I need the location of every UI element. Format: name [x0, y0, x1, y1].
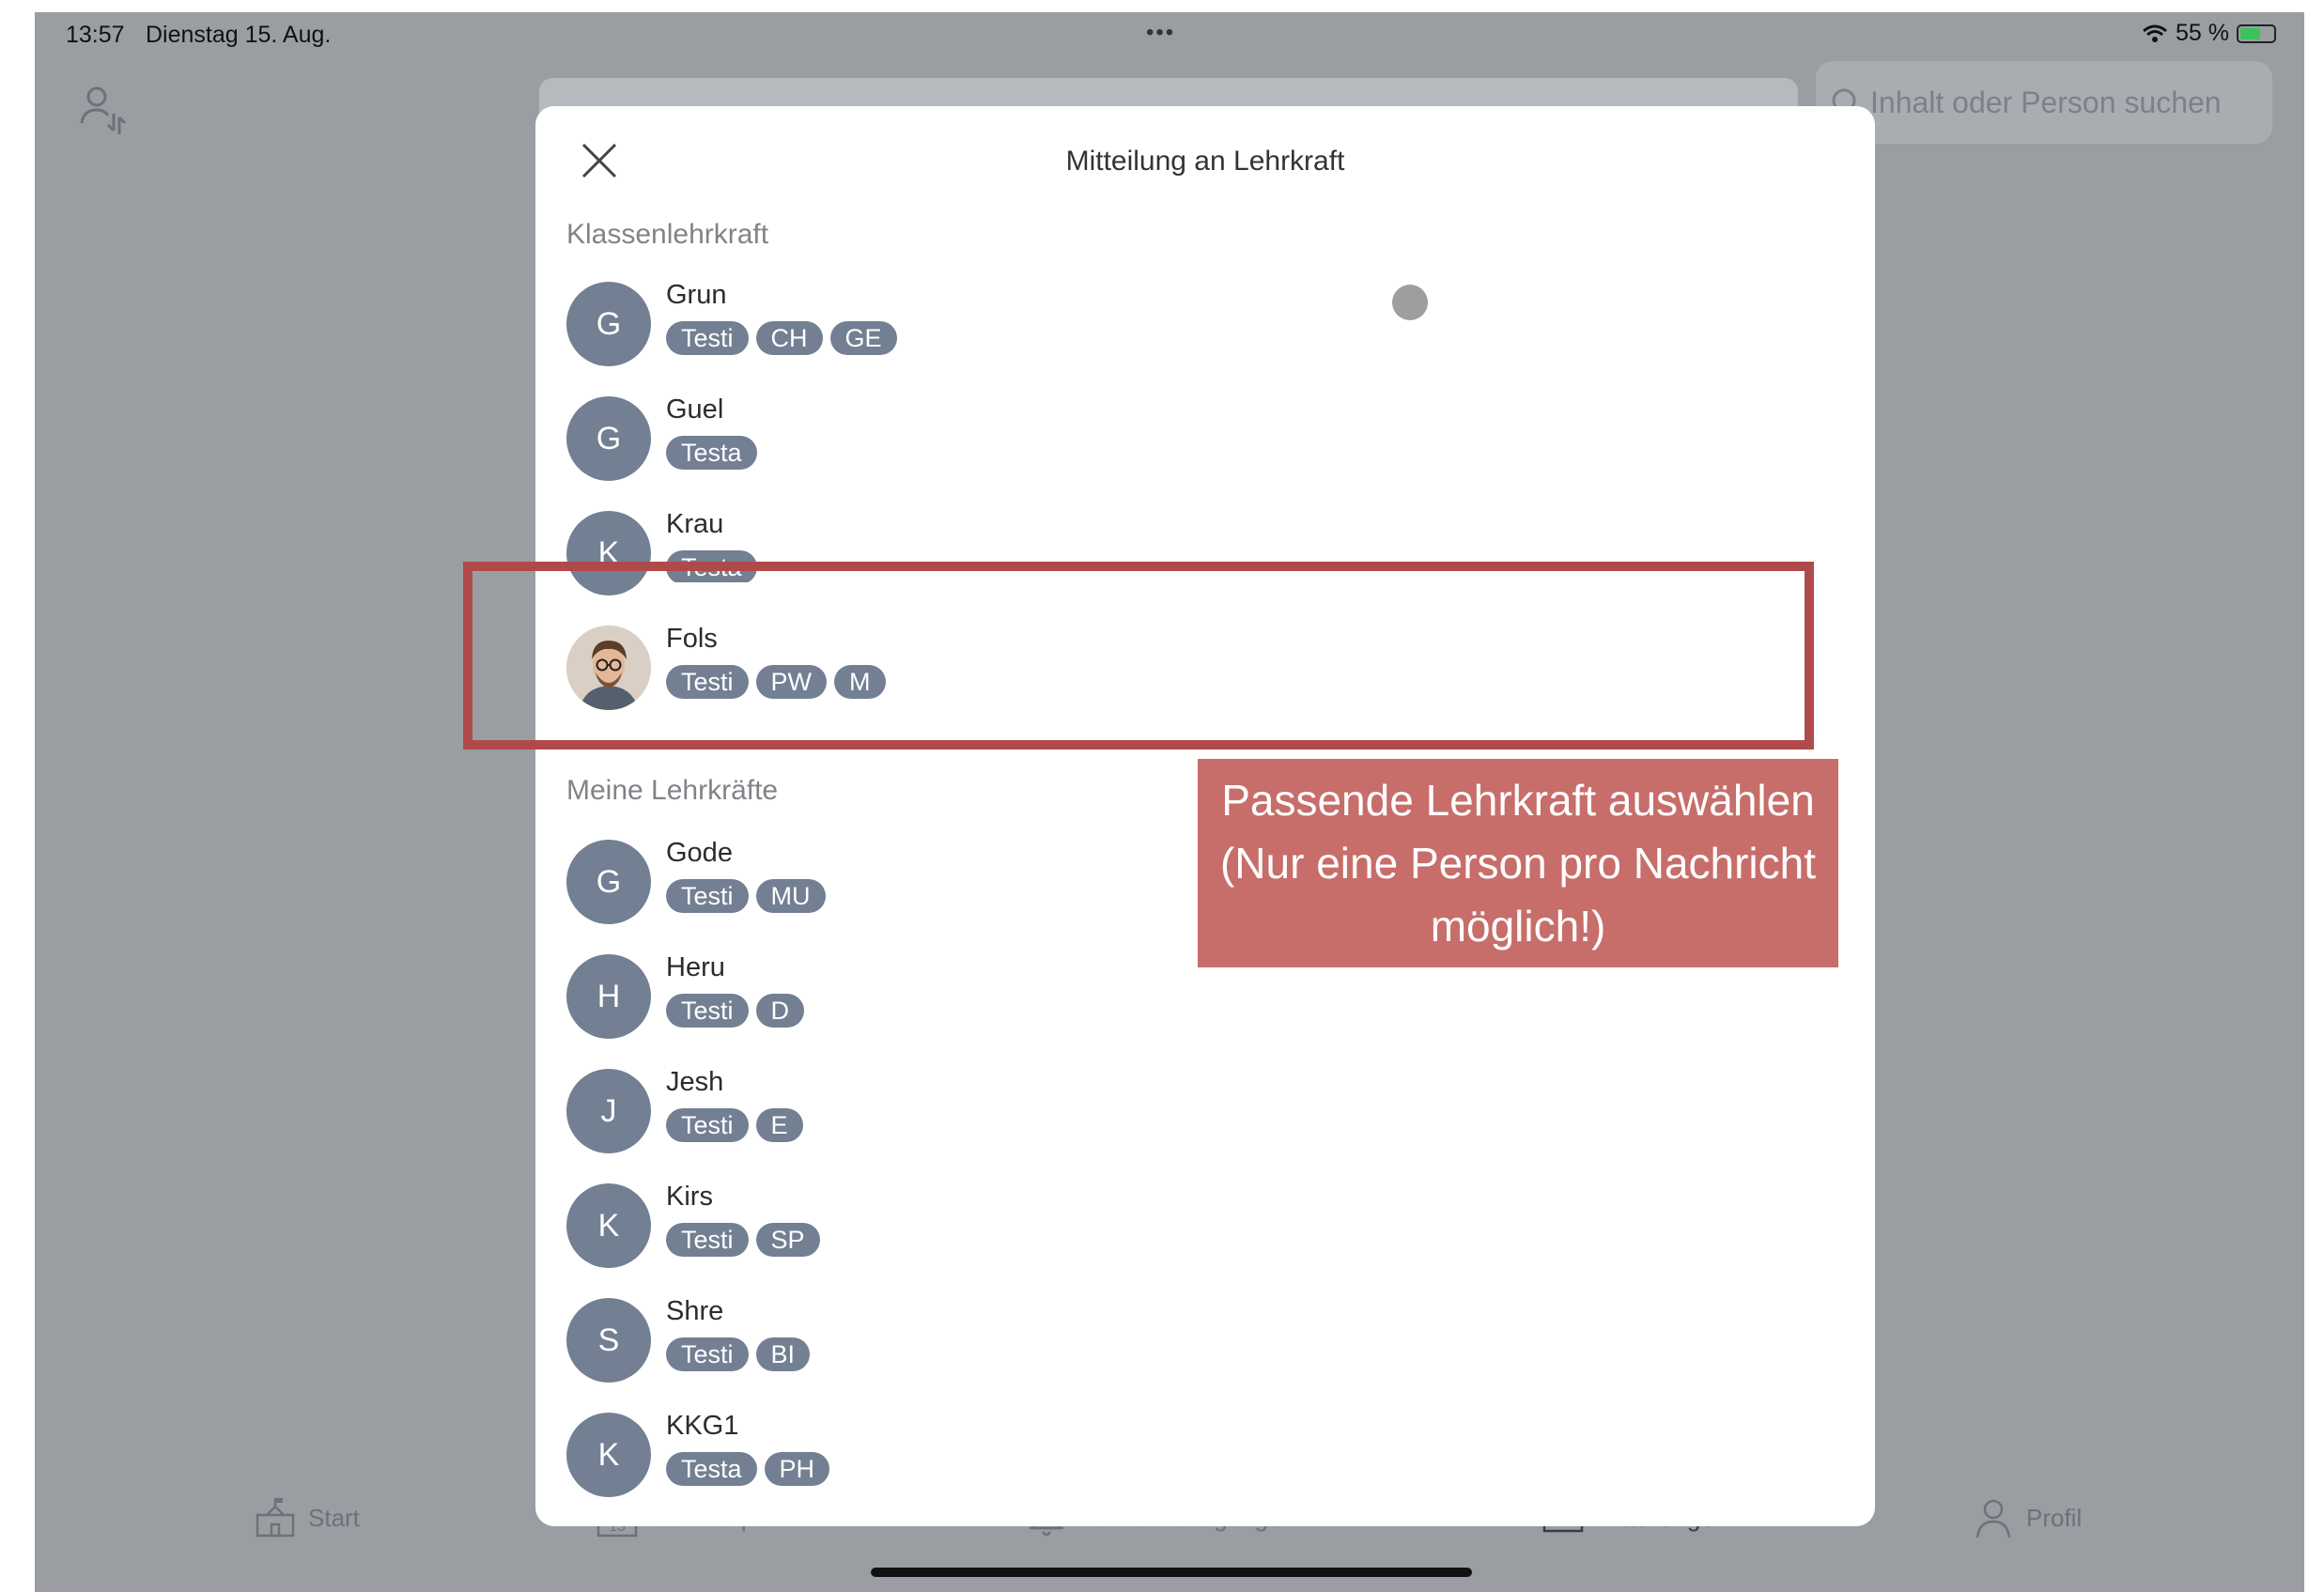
- tag-badge: GE: [829, 321, 897, 355]
- tag-badge: E: [755, 1108, 803, 1142]
- teacher-name: Grun: [666, 280, 727, 310]
- tag-badge: PH: [764, 1452, 830, 1486]
- tag-badge: Testi: [666, 321, 749, 355]
- tab-start-label: Start: [308, 1503, 360, 1532]
- avatar: H: [566, 954, 651, 1039]
- tag-badge: CH: [755, 321, 823, 355]
- teacher-row[interactable]: G Guel Testa: [566, 394, 1412, 485]
- tag-badge: BI: [755, 1337, 811, 1371]
- tag-badge: SP: [755, 1223, 820, 1257]
- status-indicators: 55 %: [2142, 20, 2276, 47]
- teacher-tags: Testi BI: [666, 1337, 811, 1371]
- modal-title: Mitteilung an Lehrkraft: [1065, 146, 1345, 177]
- tag-badge: Testi: [666, 994, 749, 1028]
- app-screen: 13:57 Dienstag 15. Aug. ••• 55 % Inhalt …: [35, 12, 2304, 1592]
- avatar: S: [566, 1298, 651, 1383]
- teacher-row[interactable]: J Jesh Testi E: [566, 1067, 1412, 1157]
- tag-badge: Testa: [666, 436, 757, 470]
- instruction-callout: Passende Lehrkraft auswählen (Nur eine P…: [1198, 759, 1838, 967]
- tag-badge: Testi: [666, 1108, 749, 1142]
- wifi-icon: [2143, 24, 2167, 42]
- teacher-name: Gode: [666, 838, 733, 868]
- multitasking-dots-icon[interactable]: •••: [1146, 20, 1175, 46]
- tag-badge: Testa: [666, 1452, 757, 1486]
- teacher-name: Shre: [666, 1296, 724, 1326]
- teacher-name: Jesh: [666, 1067, 724, 1097]
- tag-badge: Testi: [666, 879, 749, 913]
- teacher-row[interactable]: K Kirs Testi SP: [566, 1182, 1412, 1272]
- teacher-name: Kirs: [666, 1182, 713, 1212]
- battery-icon: [2237, 23, 2276, 43]
- teacher-name: KKG1: [666, 1411, 739, 1441]
- teacher-row[interactable]: S Shre Testi BI: [566, 1296, 1412, 1386]
- person-icon: [1975, 1499, 2011, 1538]
- switch-profile-icon[interactable]: [76, 82, 132, 138]
- teacher-name: Guel: [666, 394, 724, 425]
- tab-profil[interactable]: Profil: [1972, 1496, 2082, 1539]
- teacher-tags: Testi SP: [666, 1223, 820, 1257]
- tab-profil-label: Profil: [2026, 1503, 2083, 1532]
- teacher-tags: Testi MU: [666, 879, 826, 913]
- teacher-tags: Testi E: [666, 1108, 803, 1142]
- teacher-name: Krau: [666, 509, 724, 539]
- avatar: G: [566, 840, 651, 924]
- status-date: Dienstag 15. Aug.: [146, 22, 332, 48]
- touch-indicator: [1392, 285, 1428, 320]
- tab-start[interactable]: Start: [254, 1496, 360, 1539]
- teacher-tags: Testa: [666, 436, 757, 470]
- avatar: G: [566, 396, 651, 481]
- battery-percent: 55 %: [2176, 20, 2229, 46]
- teacher-tags: Testi D: [666, 994, 805, 1028]
- school-icon: [256, 1498, 295, 1538]
- avatar: K: [566, 1413, 651, 1497]
- avatar: G: [566, 282, 651, 366]
- teacher-row[interactable]: K KKG1 Testa PH: [566, 1411, 1412, 1501]
- tag-badge: MU: [755, 879, 826, 913]
- avatar: K: [566, 1183, 651, 1268]
- tag-badge: Testi: [666, 1223, 749, 1257]
- teacher-tags: Testa PH: [666, 1452, 830, 1486]
- search-placeholder: Inhalt oder Person suchen: [1870, 85, 2222, 119]
- home-indicator: [871, 1568, 1472, 1577]
- selection-highlight-box: [463, 562, 1814, 750]
- search-field[interactable]: Inhalt oder Person suchen: [1816, 61, 2272, 144]
- tag-badge: D: [755, 994, 805, 1028]
- status-time: 13:57: [66, 22, 125, 48]
- teacher-name: Heru: [666, 952, 725, 982]
- avatar: J: [566, 1069, 651, 1153]
- section-label-klassenlehrkraft: Klassenlehrkraft: [566, 219, 769, 250]
- teacher-row[interactable]: G Grun Testi CH GE: [566, 280, 1412, 370]
- teacher-tags: Testi CH GE: [666, 321, 897, 355]
- tag-badge: Testi: [666, 1337, 749, 1371]
- section-label-meine-lehrkraefte: Meine Lehrkräfte: [566, 775, 779, 806]
- status-bar: 13:57 Dienstag 15. Aug. ••• 55 %: [35, 12, 2304, 55]
